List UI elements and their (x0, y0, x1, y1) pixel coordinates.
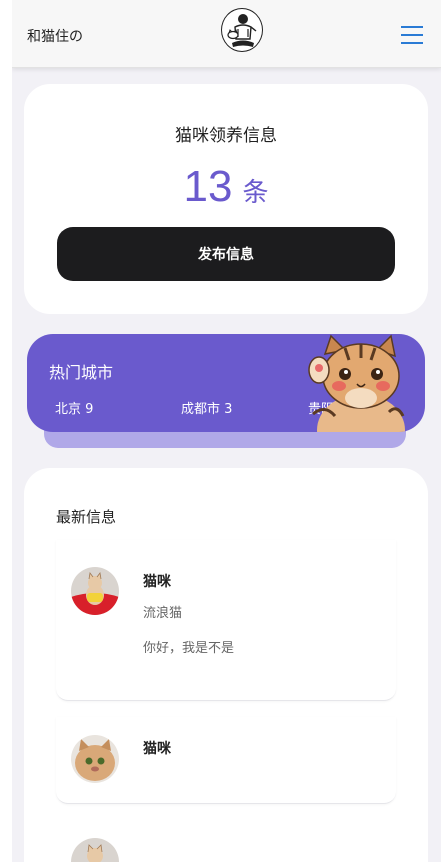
left-frame (0, 0, 12, 862)
hot-cities-card: 热门城市 北京 9 成都市 3 贵阳市 1 (27, 334, 425, 432)
cat-person-logo-icon[interactable] (221, 8, 263, 52)
page: 和猫住の 猫咪领养信息 13 条 发布信息 热门城市 北京 9 成都市 3 最新… (12, 0, 441, 862)
item-name: 猫咪 (143, 574, 171, 590)
city-item-beijing[interactable]: 北京 9 (55, 398, 93, 417)
latest-info-title: 最新信息 (56, 508, 117, 526)
list-item[interactable]: 猫咪 流浪猫 你好，我是不是 (56, 540, 396, 701)
item-type: 流浪猫 (143, 606, 183, 621)
cat-avatar (71, 567, 119, 615)
item-description: 你好，我是不是 (143, 641, 235, 656)
hamburger-menu-icon[interactable] (401, 26, 423, 44)
stats-count-unit: 条 (242, 178, 269, 208)
cat-avatar (71, 838, 119, 862)
brand-name[interactable]: 和猫住の (27, 26, 83, 46)
hot-cities-title: 热门城市 (49, 363, 114, 382)
stats-count-number: 13 (183, 162, 233, 211)
waving-cat-mascot-icon (305, 334, 405, 432)
stats-count: 13 条 (24, 162, 428, 212)
list-item[interactable]: 猫咪 (56, 717, 396, 804)
stats-title: 猫咪领养信息 (175, 126, 277, 146)
city-item-chengdu[interactable]: 成都市 3 (181, 398, 232, 417)
adoption-stats-card: 猫咪领养信息 13 条 发布信息 (24, 84, 428, 314)
publish-button[interactable]: 发布信息 (57, 227, 395, 281)
right-frame (441, 0, 445, 862)
cat-avatar (71, 735, 119, 783)
latest-info-card: 最新信息 猫咪 流浪猫 你好，我是不是 猫咪 (24, 468, 428, 862)
list-item[interactable] (56, 820, 396, 862)
app-header: 和猫住の (12, 0, 441, 68)
item-name: 猫咪 (143, 741, 171, 757)
